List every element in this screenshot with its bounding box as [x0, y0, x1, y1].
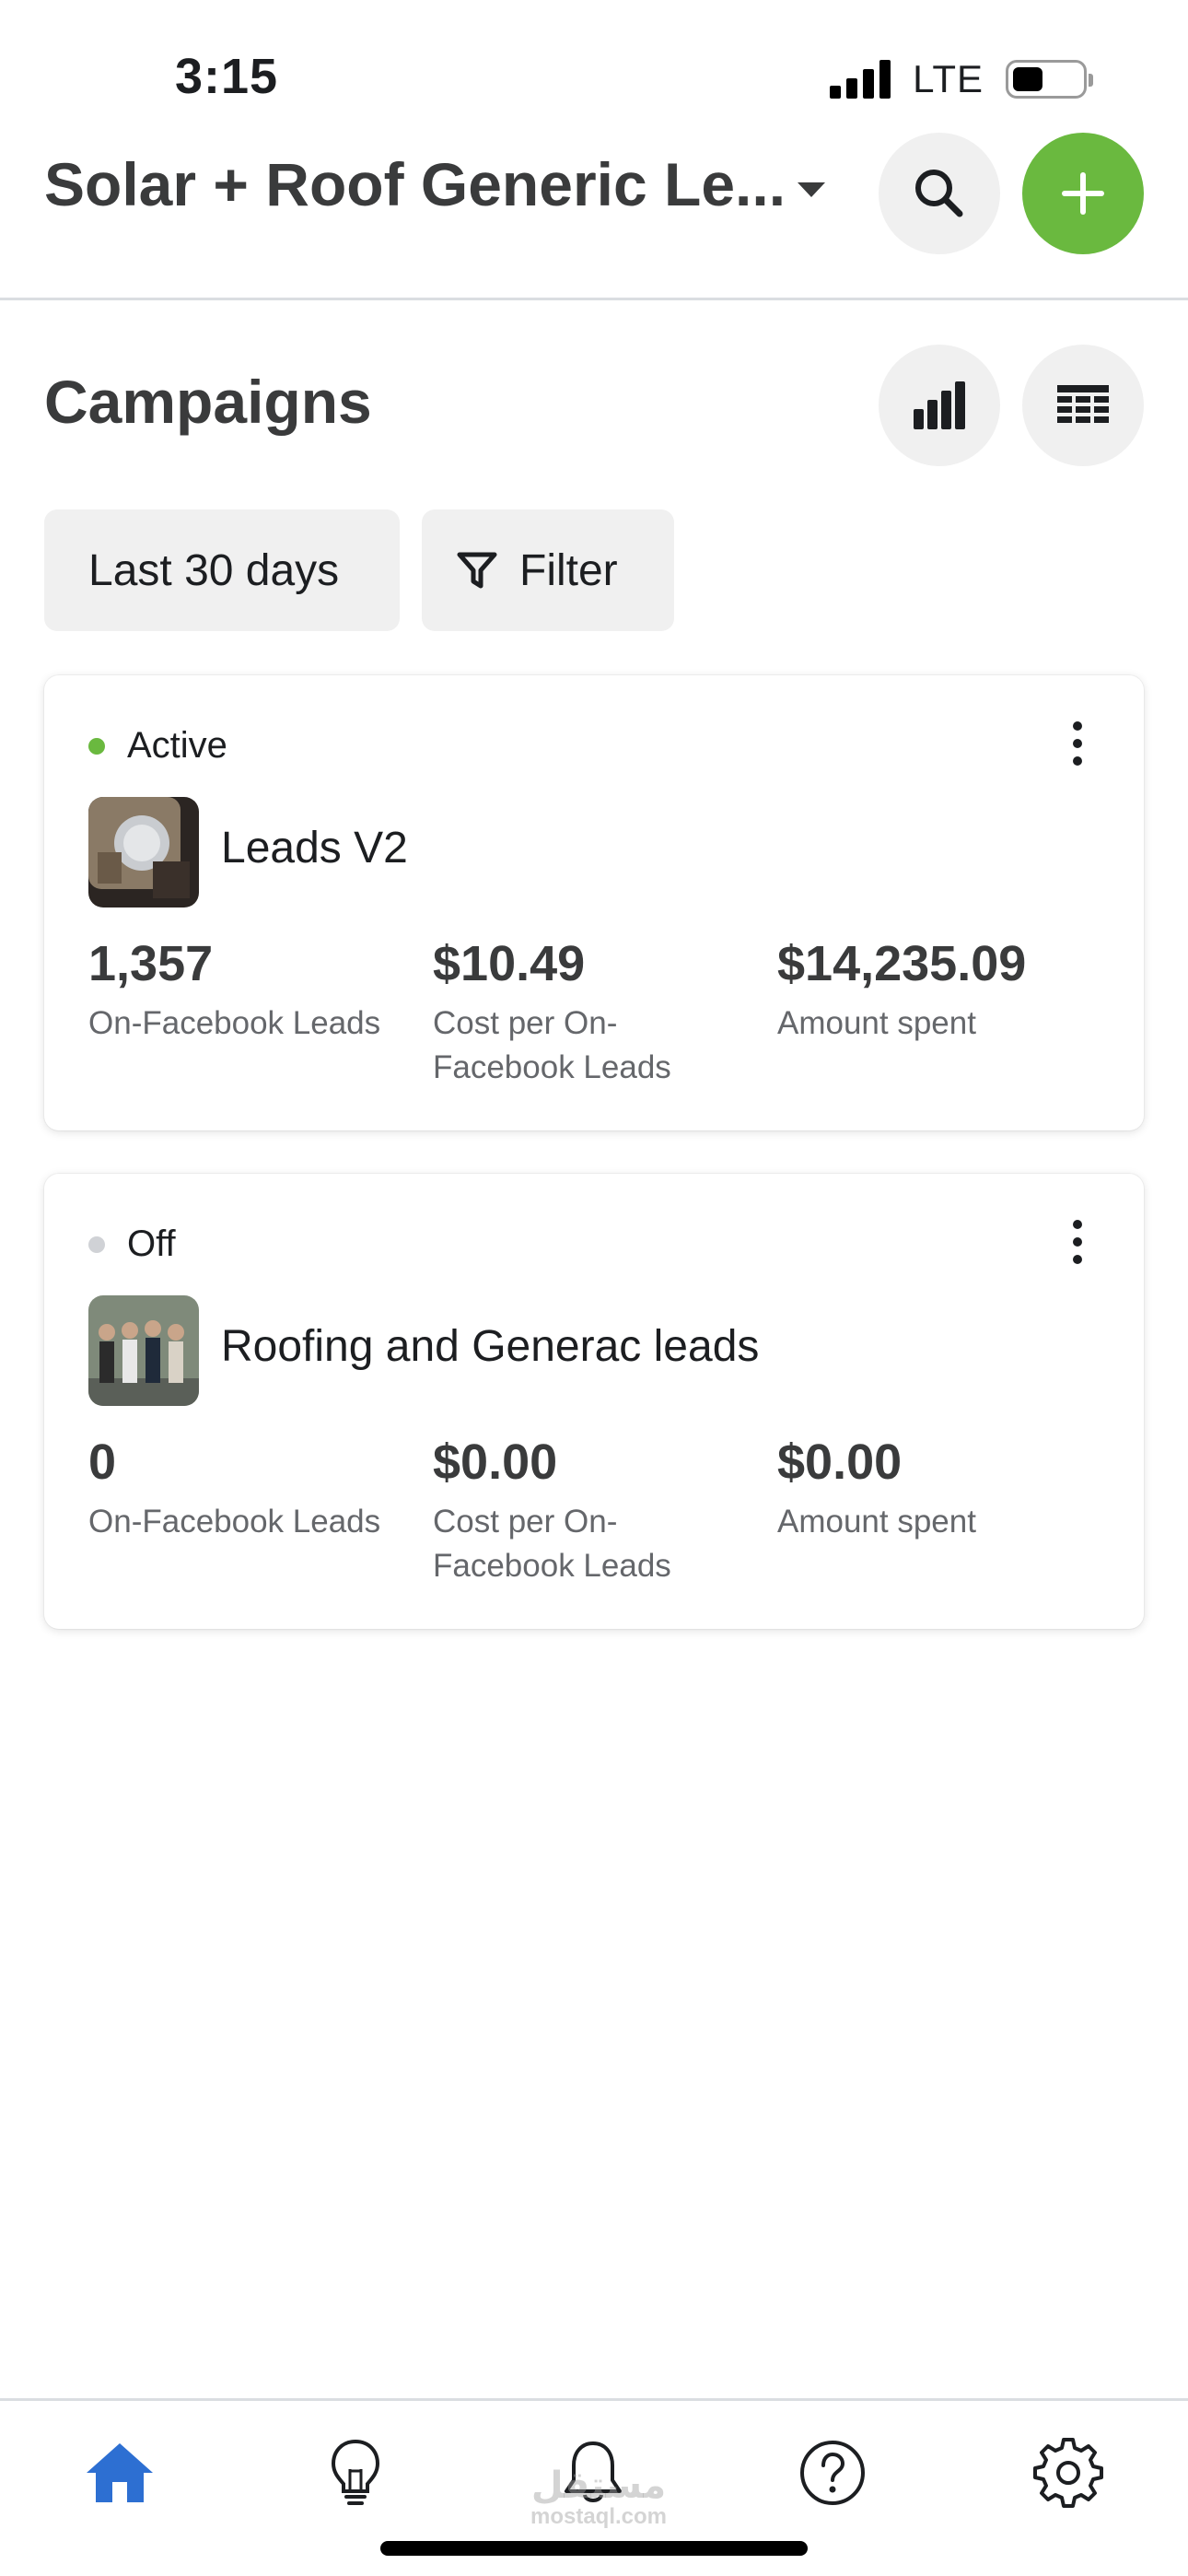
campaign-thumbnail — [88, 1295, 199, 1406]
status-dot — [88, 1235, 105, 1253]
campaign-card[interactable]: Off Roofing and Generac leads 0 On-Faceb… — [44, 1174, 1144, 1629]
metric-value: $14,235.09 — [777, 936, 1027, 991]
help-icon — [800, 2441, 865, 2505]
gear-icon — [1033, 2438, 1103, 2508]
chart-view-button[interactable] — [879, 345, 1000, 466]
status-time: 3:15 — [175, 49, 279, 104]
battery-icon — [1006, 60, 1093, 99]
metric-label: On-Facebook Leads — [88, 1005, 381, 1041]
create-button[interactable] — [1022, 133, 1144, 254]
metric-cost-per-lead: $0.00 Cost per On-Facebook Leads — [433, 1434, 709, 1588]
search-button[interactable] — [879, 133, 1000, 254]
table-icon — [1057, 385, 1109, 423]
signal-icon — [830, 60, 891, 99]
watermark: مستقل mostaql.com — [479, 2467, 718, 2530]
search-icon — [915, 170, 963, 217]
metric-amount-spent: $0.00 Amount spent — [777, 1434, 1109, 1544]
metric-value: $0.00 — [433, 1434, 558, 1490]
ad-account-selector[interactable]: Solar + Roof Generic Le... — [44, 149, 786, 219]
campaign-name[interactable]: Roofing and Generac leads — [221, 1321, 759, 1372]
battery-level — [1013, 67, 1042, 91]
metric-amount-spent: $14,235.09 Amount spent — [777, 935, 1109, 1046]
status-indicators: LTE — [830, 57, 1093, 101]
nav-ideas[interactable] — [311, 2429, 400, 2517]
status-label: Active — [127, 725, 227, 766]
campaign-thumbnail — [88, 797, 199, 907]
filter-button[interactable]: Filter — [422, 509, 674, 631]
metric-value: 0 — [88, 1434, 117, 1490]
metric-leads: 0 On-Facebook Leads — [88, 1434, 420, 1544]
filter-icon — [457, 552, 497, 589]
nav-home[interactable] — [76, 2429, 164, 2517]
campaign-name[interactable]: Leads V2 — [221, 823, 408, 873]
filter-label: Filter — [519, 545, 618, 595]
metric-label: Amount spent — [777, 1504, 976, 1540]
app-header: Solar + Roof Generic Le... — [0, 129, 1188, 300]
date-range-label: Last 30 days — [88, 545, 340, 595]
watermark-subtext: mostaql.com — [530, 2504, 668, 2529]
watermark-text: مستقل — [530, 2465, 667, 2506]
more-options-icon[interactable] — [1066, 1220, 1089, 1264]
network-type: LTE — [913, 57, 984, 100]
status-dot — [88, 737, 105, 755]
metric-value: $10.49 — [433, 936, 586, 991]
campaign-card[interactable]: Active Leads V2 1,357 On-Facebook Leads … — [44, 675, 1144, 1130]
status-bar: 3:15 LTE — [0, 0, 1188, 138]
bar-chart-icon — [914, 381, 965, 429]
metric-label: Cost per On-Facebook Leads — [433, 1504, 671, 1584]
metric-value: 1,357 — [88, 936, 214, 991]
page-title: Campaigns — [44, 368, 372, 436]
campaign-status: Active — [88, 725, 227, 767]
campaign-status: Off — [88, 1224, 176, 1265]
metric-label: Amount spent — [777, 1005, 976, 1041]
date-range-button[interactable]: Last 30 days — [44, 509, 400, 631]
home-icon — [87, 2443, 153, 2502]
lightbulb-icon — [331, 2439, 380, 2505]
home-indicator[interactable] — [380, 2541, 808, 2556]
metric-label: On-Facebook Leads — [88, 1504, 381, 1540]
table-view-button[interactable] — [1022, 345, 1144, 466]
plus-icon — [1062, 172, 1104, 215]
nav-settings[interactable] — [1024, 2429, 1112, 2517]
nav-help[interactable] — [788, 2429, 877, 2517]
more-options-icon[interactable] — [1066, 721, 1089, 766]
metric-leads: 1,357 On-Facebook Leads — [88, 935, 420, 1046]
status-label: Off — [127, 1224, 176, 1264]
metric-value: $0.00 — [777, 1434, 903, 1490]
metric-label: Cost per On-Facebook Leads — [433, 1005, 671, 1085]
metric-cost-per-lead: $10.49 Cost per On-Facebook Leads — [433, 935, 709, 1090]
chevron-down-icon[interactable] — [798, 182, 825, 197]
